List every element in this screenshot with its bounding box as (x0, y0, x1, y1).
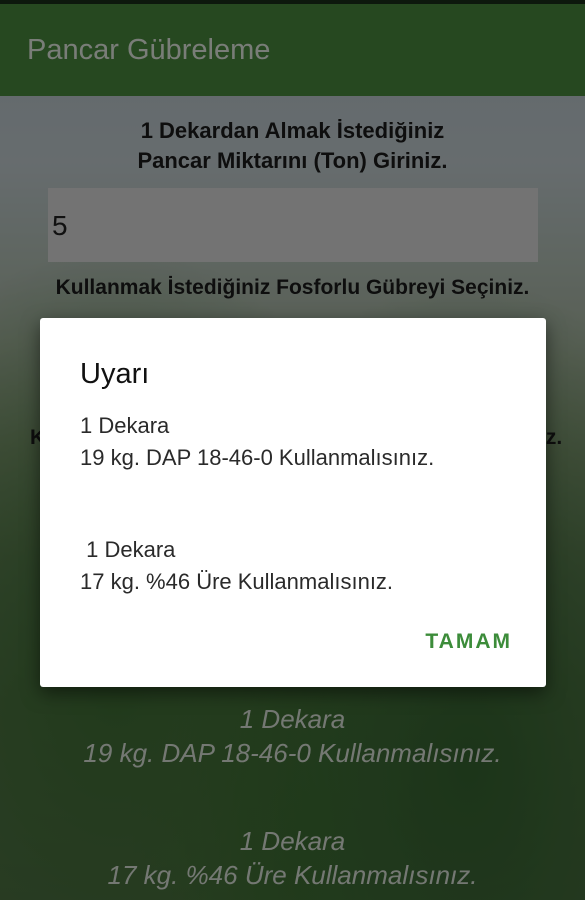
app-screen: Pancar Gübreleme 1 Dekardan Almak İstedi… (0, 0, 585, 900)
dialog-title: Uyarı (80, 358, 150, 390)
alert-dialog: Uyarı 1 Dekara 19 kg. DAP 18-46-0 Kullan… (40, 318, 546, 687)
ok-button[interactable]: TAMAM (423, 624, 514, 660)
dialog-message-urea: 1 Dekara 17 kg. %46 Üre Kullanmalısınız. (80, 537, 394, 594)
dialog-message-dap: 1 Dekara 19 kg. DAP 18-46-0 Kullanmalısı… (80, 413, 435, 470)
